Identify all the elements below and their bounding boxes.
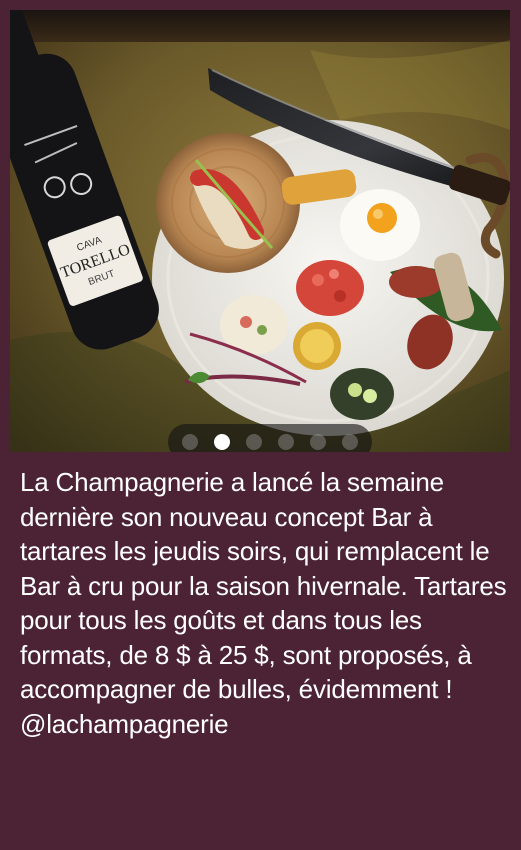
carousel-dot-2-active[interactable] [214,434,230,450]
food-photo-illustration: CAVA TORELLO BRUT [10,10,510,452]
post-caption: La Champagnerie a lancé la semaine derni… [20,467,507,739]
carousel-dot-3[interactable] [246,434,262,450]
post-photo[interactable]: CAVA TORELLO BRUT [10,10,510,452]
carousel-pagination [168,424,372,452]
post-card: CAVA TORELLO BRUT La Champagnerie a lanc… [0,0,521,850]
carousel-dot-5[interactable] [310,434,326,450]
carousel-dot-4[interactable] [278,434,294,450]
carousel-dot-6[interactable] [342,434,358,450]
carousel-dot-1[interactable] [182,434,198,450]
